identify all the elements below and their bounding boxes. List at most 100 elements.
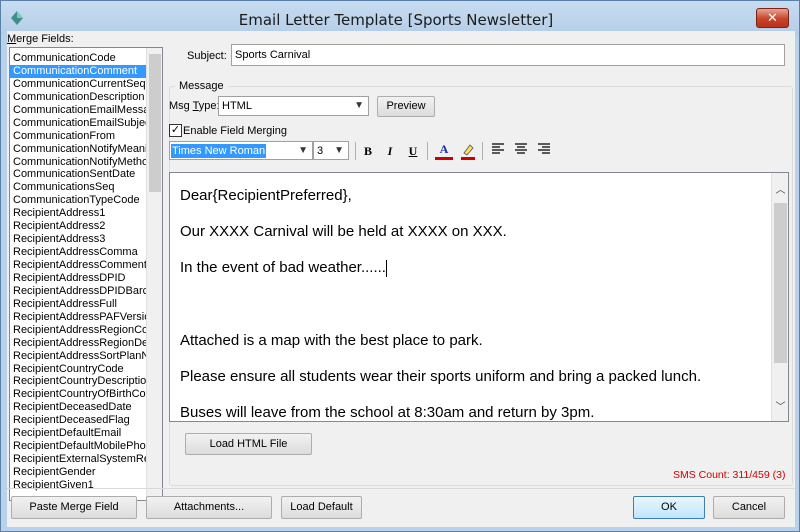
editor-scroll-thumb[interactable]	[774, 203, 787, 363]
align-right-button[interactable]	[535, 142, 553, 160]
underline-button[interactable]: U	[404, 142, 422, 160]
message-paragraph: In the event of bad weather......	[180, 259, 770, 277]
message-paragraph-text: Please ensure all students wear their sp…	[180, 367, 702, 385]
merge-field-item[interactable]: RecipientAddressDPID	[10, 272, 147, 285]
font-size-select[interactable]: 3 ▼	[313, 141, 349, 160]
text-caret	[385, 259, 387, 277]
close-button[interactable]: ✕	[756, 8, 789, 28]
message-paragraph-text: Attached is a map with the best place to…	[180, 331, 483, 349]
subject-input[interactable]: Sports Carnival	[231, 44, 785, 66]
preview-button[interactable]: Preview	[377, 96, 435, 117]
chevron-down-icon: ▼	[298, 145, 308, 156]
merge-field-item[interactable]: CommunicationComment	[10, 64, 147, 78]
attachments-button[interactable]: Attachments...	[146, 496, 272, 519]
merge-field-item[interactable]: CommunicationCurrentSeq	[10, 78, 147, 91]
message-paragraph	[180, 296, 770, 313]
window-title: Email Letter Template [Sports Newsletter…	[238, 11, 554, 29]
font-name-select[interactable]: Times New Roman ▼	[169, 141, 313, 160]
ok-button[interactable]: OK	[633, 496, 705, 519]
merge-field-item[interactable]: CommunicationCode	[10, 52, 147, 65]
merge-field-item[interactable]: RecipientDeceasedDate	[10, 401, 147, 414]
enable-field-merging-checkbox[interactable]: ✓	[169, 124, 182, 137]
message-paragraph-text: Dear{RecipientPreferred},	[180, 187, 352, 204]
merge-field-item[interactable]: CommunicationEmailSubject	[10, 117, 147, 130]
merge-field-item[interactable]: RecipientDefaultMobilePhor	[10, 440, 147, 453]
merge-field-item[interactable]: CommunicationNotifyMetho	[10, 156, 147, 169]
toolbar-separator	[355, 142, 356, 160]
scroll-up-icon[interactable]: ︿	[774, 181, 787, 196]
merge-field-item[interactable]: RecipientAddressPAFVersio	[10, 311, 147, 324]
merge-field-item[interactable]: RecipientDefaultEmail	[10, 427, 147, 440]
font-color-button[interactable]: A	[435, 142, 453, 160]
merge-field-item[interactable]: RecipientCountryCode	[10, 363, 147, 376]
merge-fields-label: Merge Fields:	[7, 33, 74, 45]
merge-field-item[interactable]: RecipientAddressComma	[10, 246, 147, 259]
chevron-down-icon: ▼	[354, 100, 364, 111]
merge-field-item[interactable]: RecipientCountryOfBirthCo	[10, 388, 147, 401]
title-bar[interactable]: Email Letter Template [Sports Newsletter…	[1, 1, 799, 35]
message-paragraph: Our XXXX Carnival will be held at XXXX o…	[180, 223, 770, 240]
merge-field-item[interactable]: RecipientAddressFull	[10, 298, 147, 311]
merge-field-item[interactable]: CommunicationDescription	[10, 91, 147, 104]
font-size-value: 3	[317, 145, 324, 157]
merge-field-item[interactable]: RecipientAddressRegionDes	[10, 337, 147, 350]
message-paragraph: Buses will leave from the school at 8:30…	[180, 404, 770, 421]
bottom-divider	[7, 488, 795, 489]
scroll-down-icon[interactable]: ﹀	[774, 398, 787, 413]
merge-field-item[interactable]: RecipientAddressRegionCoc	[10, 324, 147, 337]
cancel-button[interactable]: Cancel	[713, 496, 785, 519]
merge-field-item[interactable]: RecipientAddress2	[10, 220, 147, 233]
highlight-color-button[interactable]	[459, 142, 477, 160]
merge-field-item[interactable]: RecipientAddress1	[10, 207, 147, 220]
subject-label: Subject:	[187, 50, 227, 62]
align-left-button[interactable]	[489, 142, 507, 160]
align-left-icon	[492, 143, 504, 154]
message-body[interactable]: Dear{RecipientPreferred}, Our XXXX Carniv…	[180, 187, 770, 421]
highlighter-icon	[461, 144, 475, 160]
merge-field-item[interactable]: RecipientCountryDescription	[10, 375, 147, 388]
merge-field-item[interactable]: RecipientAddressDPIDBarco	[10, 285, 147, 298]
merge-field-item[interactable]: RecipientAddressComment	[10, 259, 147, 272]
merge-field-item[interactable]: CommunicationNotifyMeanin	[10, 143, 147, 156]
merge-field-item[interactable]: RecipientExternalSystemRe	[10, 453, 147, 466]
editor-scrollbar[interactable]: ︿ ﹀	[771, 173, 788, 421]
message-paragraph: Attached is a map with the best place to…	[180, 332, 770, 349]
load-default-button[interactable]: Load Default	[281, 496, 362, 519]
msg-type-label: Msg Type:	[169, 100, 220, 112]
merge-field-item[interactable]: RecipientGender	[10, 466, 147, 479]
merge-field-item[interactable]: CommunicationTypeCode	[10, 194, 147, 207]
load-html-file-button[interactable]: Load HTML File	[185, 433, 312, 455]
merge-field-item[interactable]: CommunicationSentDate	[10, 168, 147, 181]
merge-fields-list[interactable]: CommunicationCode CommunicationComment Com…	[9, 47, 163, 501]
chevron-down-icon: ▼	[334, 145, 344, 156]
align-center-button[interactable]	[512, 142, 530, 160]
merge-field-item[interactable]: RecipientDeceasedFlag	[10, 414, 147, 427]
align-right-icon	[538, 143, 550, 154]
enable-field-merging-label: Enable Field Merging	[183, 125, 287, 137]
merge-field-item[interactable]: RecipientAddressSortPlanN	[10, 350, 147, 363]
dialog-client: Merge Fields: CommunicationCode Communica…	[7, 31, 795, 527]
merge-field-item[interactable]: RecipientGiven1	[10, 479, 147, 492]
font-name-value: Times New Roman	[171, 144, 267, 158]
message-paragraph-text: Buses will leave from the school at 8:30…	[180, 403, 595, 421]
message-editor[interactable]: Dear{RecipientPreferred}, Our XXXX Carniv…	[169, 172, 789, 422]
italic-button[interactable]: I	[381, 142, 399, 160]
merge-field-item[interactable]: RecipientAddress3	[10, 233, 147, 246]
msg-type-select[interactable]: HTML ▼	[218, 96, 369, 116]
merge-field-item[interactable]: CommunicationEmailMessag	[10, 104, 147, 117]
sms-count: SMS Count: 311/459 (3)	[673, 469, 786, 481]
merge-list-scroll-thumb[interactable]	[149, 54, 161, 192]
merge-fields-rows: CommunicationCode CommunicationComment Com…	[10, 52, 147, 492]
bold-button[interactable]: B	[359, 142, 377, 160]
merge-field-item[interactable]: CommunicationsSeq	[10, 181, 147, 194]
toolbar-separator	[482, 142, 483, 160]
merge-list-scrollbar[interactable]	[146, 48, 162, 500]
paste-merge-field-button[interactable]: Paste Merge Field	[11, 496, 137, 519]
toolbar-separator	[427, 142, 428, 160]
message-group-title: Message	[175, 80, 228, 92]
message-paragraph-text: In the event of bad weather......	[180, 259, 386, 276]
message-paragraph-text: Our XXXX Carnival will be held at XXXX o…	[180, 223, 507, 240]
msg-type-value: HTML	[222, 100, 252, 112]
merge-field-item[interactable]: CommunicationFrom	[10, 130, 147, 143]
message-paragraph: Please ensure all students wear their sp…	[180, 368, 770, 385]
